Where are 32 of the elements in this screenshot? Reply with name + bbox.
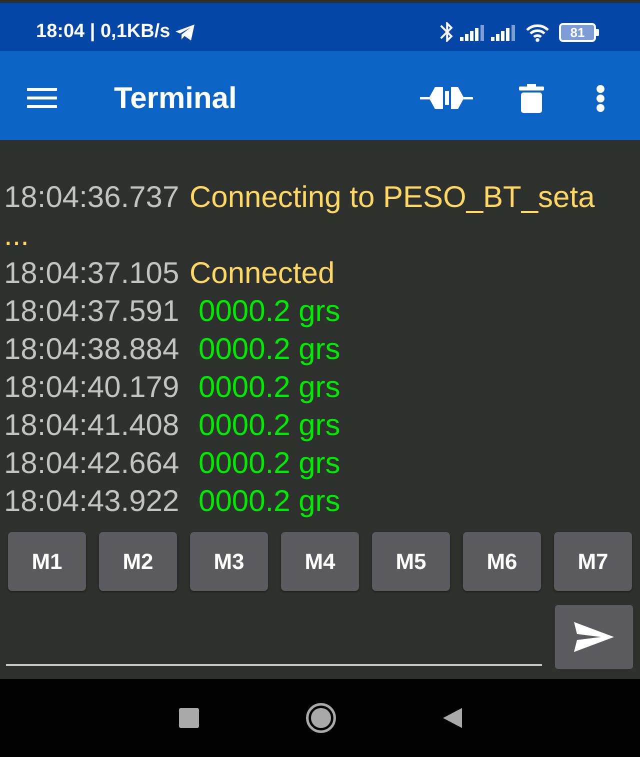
- macro-button[interactable]: M4: [281, 532, 359, 591]
- log-line: 18:04:37.591 0000.2 grs: [4, 294, 342, 330]
- macro-button[interactable]: M7: [554, 532, 632, 591]
- send-button[interactable]: [555, 605, 633, 669]
- wifi-icon: [525, 22, 550, 42]
- menu-icon[interactable]: [27, 88, 57, 108]
- bluetooth-icon: [440, 22, 453, 42]
- log-line: 18:04:36.737 Connecting to PESO_BT_seta ...: [4, 180, 596, 254]
- paper-plane-icon: [175, 24, 196, 40]
- log-line: 18:04:43.922 0000.2 grs: [4, 484, 342, 520]
- signal-icon: [491, 24, 515, 40]
- macro-button[interactable]: M3: [190, 532, 268, 591]
- log-line: 18:04:40.179 0000.2 grs: [4, 370, 342, 406]
- macro-button[interactable]: M1: [8, 532, 86, 591]
- log-line: 18:04:41.408 0000.2 grs: [4, 408, 342, 444]
- battery-indicator: 81: [559, 22, 599, 42]
- app-title: Terminal: [114, 80, 237, 116]
- log-line: 18:04:42.664 0000.2 grs: [4, 446, 342, 482]
- more-icon[interactable]: [596, 84, 605, 112]
- trash-icon[interactable]: [519, 84, 544, 112]
- square-icon[interactable]: [178, 708, 198, 728]
- status-time: 18:04 | 0,1KB/s: [36, 20, 170, 44]
- macro-button[interactable]: M6: [463, 532, 541, 591]
- plug-icon[interactable]: [420, 85, 473, 111]
- macro-button[interactable]: M5: [372, 532, 450, 591]
- log-line: 18:04:38.884 0000.2 grs: [4, 332, 342, 368]
- macro-button[interactable]: M2: [99, 532, 177, 591]
- back-icon[interactable]: [442, 708, 462, 728]
- home-icon[interactable]: [306, 703, 336, 733]
- log-line: 18:04:37.105 Connected: [4, 256, 336, 292]
- send-icon: [574, 622, 614, 652]
- signal-icon: [460, 24, 484, 40]
